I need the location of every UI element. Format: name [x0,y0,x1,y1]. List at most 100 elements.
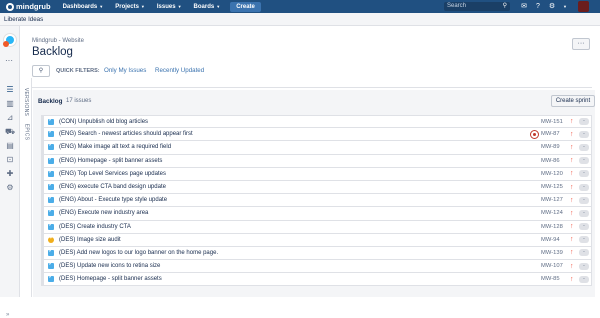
issue-summary[interactable]: (ENG) About - Execute type style update [59,197,591,203]
settings-icon[interactable]: ⚙ [5,184,15,192]
task-type-icon [48,248,54,256]
priority-up-arrow-icon: ↑ [570,223,574,231]
drag-handle[interactable] [42,194,44,207]
priority-up-arrow-icon: ↑ [570,275,574,283]
create-sprint-button[interactable]: Create sprint [551,95,595,107]
issue-row[interactable]: (DES) Homepage - split banner assetsMW-8… [41,273,592,287]
page-title: Backlog [32,46,73,58]
priority-up-arrow-icon: ↑ [570,143,574,151]
drag-handle[interactable] [42,273,44,286]
nav-boards[interactable]: Boards ▼ [194,4,221,10]
issue-row[interactable]: (DES) Update new icons to retina sizeMW-… [41,260,592,274]
issue-summary[interactable]: (DES) Homepage - split banner assets [59,276,591,282]
issue-key[interactable]: MW-124 [541,210,563,216]
filter-only-my-issues[interactable]: Only My Issues [104,67,146,74]
issue-summary[interactable]: (DES) Add new logos to our logo banner o… [59,250,591,256]
issue-row[interactable]: (ENG) Search - newest articles should ap… [41,128,592,142]
drag-handle[interactable] [42,154,44,167]
issue-summary[interactable]: (DES) Create industry CTA [59,224,591,230]
issue-summary[interactable]: (ENG) Top Level Services page updates [59,171,591,177]
drag-handle[interactable] [42,128,44,141]
project-avatar[interactable] [3,34,16,47]
priority-up-arrow-icon: ↑ [570,262,574,270]
drag-handle[interactable] [42,220,44,233]
issue-key[interactable]: MW-89 [541,144,560,150]
issue-summary[interactable]: (DES) Image size audit [59,237,591,243]
logo-icon [6,2,14,11]
issue-key[interactable]: MW-85 [541,276,560,282]
drag-handle[interactable] [42,116,44,128]
issue-row[interactable]: (DES) Image size auditMW-94 ↑- [41,233,592,247]
drag-handle[interactable] [42,233,44,246]
issue-row[interactable]: (ENG) Make image alt text a required fie… [41,141,592,155]
components-icon[interactable]: ⊡ [5,156,15,164]
add-ons-icon[interactable]: ✚ [5,170,15,178]
more-actions-button[interactable]: ··· [572,38,590,50]
releases-icon[interactable]: ⛟ [5,128,15,136]
collapse-sidebar-icon[interactable]: » [6,312,9,318]
issue-key[interactable]: MW-127 [541,197,563,203]
issue-row[interactable]: (DES) Create industry CTAMW-128 ↑- [41,220,592,234]
issue-summary[interactable]: (ENG) Make image alt text a required fie… [59,144,591,150]
issue-summary[interactable]: (ENG) Homepage - split banner assets [59,158,591,164]
assignee-avatar[interactable] [530,129,539,139]
backlog-icon[interactable]: ☰ [5,86,15,94]
issue-list: (CON) Unpublish old blog articlesMW-151 ↑… [41,115,592,287]
drag-handle[interactable] [42,260,44,273]
issue-key[interactable]: MW-125 [541,184,563,190]
issue-key[interactable]: MW-128 [541,224,563,230]
search-input[interactable]: Search ⚲ [444,2,510,11]
issue-key[interactable]: MW-151 [541,119,563,125]
issue-row[interactable]: (DES) Add new logos to our logo banner o… [41,246,592,261]
issue-summary[interactable]: (DES) Update new icons to retina size [59,263,591,269]
backlog-issue-count: 17 issues [66,98,92,104]
improvement-type-icon [48,235,54,243]
chevron-down-icon: ▼ [99,4,104,9]
nav-dashboards[interactable]: Dashboards ▼ [63,4,104,10]
breadcrumb[interactable]: Mindgrub - Website [32,38,84,44]
issue-key[interactable]: MW-107 [541,263,563,269]
help-icon[interactable]: ? [533,2,543,11]
issue-row[interactable]: (ENG) About - Execute type style updateM… [41,194,592,208]
top-navigation-bar: mindgrub Dashboards ▼ Projects ▼ Issues ▼ B… [0,0,600,13]
issue-row[interactable]: (ENG) execute CTA band design updateMW-1… [41,180,592,195]
issue-row[interactable]: (ENG) Execute new industry areaMW-124 ↑- [41,207,592,221]
issues-icon[interactable]: ▤ [5,142,15,150]
create-button[interactable]: Create [230,1,261,12]
issue-key[interactable]: MW-120 [541,171,563,177]
filter-recently-updated[interactable]: Recently Updated [155,67,204,74]
issue-row[interactable]: (ENG) Top Level Services page updatesMW-… [41,167,592,181]
issue-row[interactable]: (CON) Unpublish old blog articlesMW-151 ↑… [41,115,592,129]
issue-summary[interactable]: (ENG) Search - newest articles should ap… [59,131,591,137]
mindgrub-logo[interactable]: mindgrub [6,2,51,11]
nav-issues[interactable]: Issues ▼ [157,4,182,10]
issue-summary[interactable]: (ENG) execute CTA band design update [59,184,591,190]
estimate-badge: - [579,196,589,204]
issue-key[interactable]: MW-86 [541,158,560,164]
drag-handle[interactable] [42,207,44,220]
issue-row[interactable]: (ENG) Homepage - split banner assetsMW-8… [41,154,592,168]
tab-epics[interactable]: EPICS [21,112,31,152]
issue-key[interactable]: MW-94 [541,237,560,243]
filter-search-button[interactable]: ⚲ [32,65,50,77]
issue-key[interactable]: MW-87 [541,131,560,137]
user-avatar[interactable] [578,1,589,12]
drag-handle[interactable] [42,180,44,194]
drag-handle[interactable] [42,246,44,260]
chevron-down-icon[interactable]: ▼ [560,2,570,11]
backlog-title: Backlog [38,98,63,105]
more-icon[interactable]: ··· [5,56,13,65]
priority-up-arrow-icon: ↑ [570,170,574,178]
nav-projects[interactable]: Projects ▼ [115,4,145,10]
issue-summary[interactable]: (CON) Unpublish old blog articles [59,119,591,125]
estimate-badge: - [579,275,589,283]
board-icon[interactable]: ▥ [5,100,15,108]
settings-gear-icon[interactable]: ⚙ [547,2,557,11]
drag-handle[interactable] [42,141,44,154]
megaphone-icon[interactable]: ✉ [519,2,529,11]
estimate-badge: - [579,130,589,138]
issue-key[interactable]: MW-139 [541,250,563,256]
reports-icon[interactable]: ⊿ [5,114,15,122]
drag-handle[interactable] [42,167,44,180]
issue-summary[interactable]: (ENG) Execute new industry area [59,210,591,216]
